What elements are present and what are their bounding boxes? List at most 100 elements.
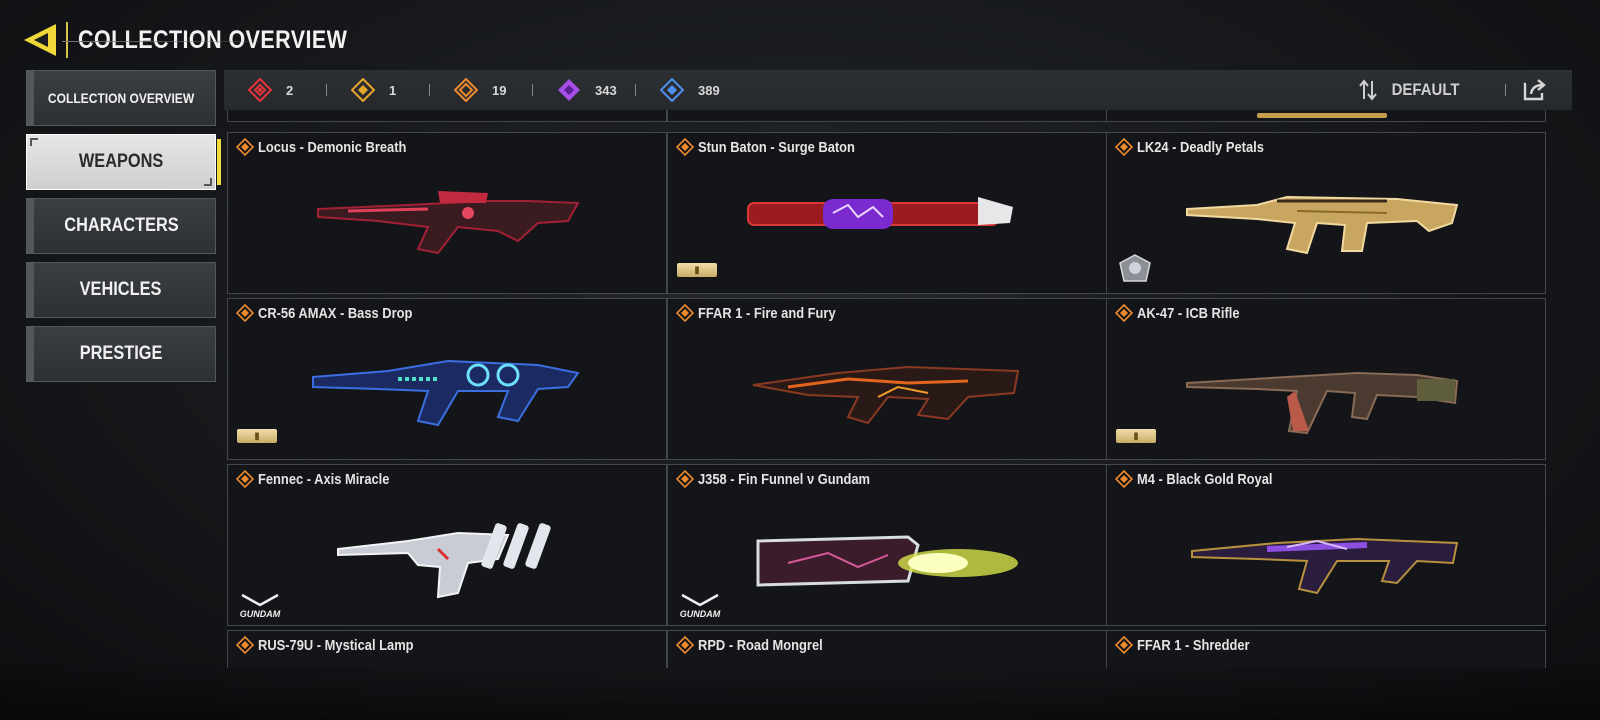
card-title: LK24 - Deadly Petals	[1115, 138, 1285, 156]
weapon-card[interactable]: Locus - Demonic Breath	[227, 132, 667, 294]
mythic-rarity-icon	[248, 78, 272, 102]
legendary-gold-rarity-icon	[351, 78, 375, 102]
partial-card-accent	[1257, 113, 1387, 118]
weapon-name: Fennec - Axis Miracle	[258, 470, 390, 488]
mastery-badge: ▮	[237, 429, 277, 443]
back-button[interactable]	[18, 18, 62, 62]
card-title: CR-56 AMAX - Bass Drop	[236, 304, 437, 322]
card-title: M4 - Black Gold Royal	[1115, 470, 1295, 488]
card-title: J358 - Fin Funnel ν Gundam	[676, 470, 898, 488]
sidebar-item-collection-overview[interactable]: COLLECTION OVERVIEW	[26, 70, 216, 126]
assault-rifle-icon	[1191, 537, 1459, 595]
counter-legendary: 19	[454, 78, 518, 102]
legendary-rarity-icon	[454, 78, 478, 102]
gundam-badge-icon: GUNDAM	[240, 593, 281, 619]
sidebar-item-label: VEHICLES	[80, 279, 162, 300]
divider	[429, 84, 430, 96]
legendary-rarity-icon	[236, 470, 254, 488]
weapon-name: AK-47 - ICB Rifle	[1137, 304, 1240, 322]
legendary-rarity-icon	[676, 470, 694, 488]
prestige-badge-icon	[1119, 254, 1151, 282]
counter-epic: 343	[557, 78, 621, 102]
counter-value: 1	[389, 82, 397, 98]
corner-decoration	[204, 178, 212, 186]
sidebar-item-vehicles[interactable]: VEHICLES	[26, 262, 216, 318]
fin-funnel-icon	[756, 535, 1018, 587]
weapon-name: Stun Baton - Surge Baton	[698, 138, 855, 156]
sort-label: DEFAULT	[1391, 80, 1460, 99]
share-icon[interactable]	[1522, 78, 1548, 102]
legendary-rarity-icon	[676, 636, 694, 654]
weapon-grid: Locus - Demonic Breath Stun Baton - Surg…	[224, 110, 1572, 668]
bottom-fade	[0, 660, 1600, 720]
partial-card[interactable]	[1106, 110, 1546, 122]
epic-rarity-icon	[558, 79, 580, 101]
legendary-rarity-icon	[236, 304, 254, 322]
gundam-badge-text: GUNDAM	[240, 609, 281, 619]
mastery-badge: ▮	[677, 263, 717, 277]
legendary-rarity-icon	[1115, 304, 1133, 322]
weapon-card[interactable]: CR-56 AMAX - Bass Drop ▮	[227, 298, 667, 460]
counter-value: 389	[698, 82, 720, 98]
title-underline	[62, 41, 302, 42]
sidebar-item-prestige[interactable]: PRESTIGE	[26, 326, 216, 382]
card-title: RUS-79U - Mystical Lamp	[236, 636, 439, 654]
partial-card[interactable]: RUS-79U - Mystical Lamp	[227, 630, 667, 668]
mastery-badge: ▮	[1116, 429, 1156, 443]
sidebar-item-characters[interactable]: CHARACTERS	[26, 198, 216, 254]
divider	[635, 84, 636, 96]
weapon-card[interactable]: J358 - Fin Funnel ν Gundam GUNDAM	[667, 464, 1107, 626]
weapon-card[interactable]: FFAR 1 - Fire and Fury	[667, 298, 1107, 460]
weapon-card[interactable]: M4 - Black Gold Royal	[1106, 464, 1546, 626]
rarity-counter-bar: 2 1 19 343 389 DEFAULT	[224, 70, 1572, 110]
counter-value: 2	[286, 82, 294, 98]
legendary-rarity-icon	[236, 138, 254, 156]
assault-rifle-icon	[1186, 371, 1459, 435]
legendary-rarity-icon	[1115, 138, 1133, 156]
partial-card[interactable]: FFAR 1 - Shredder	[1106, 630, 1546, 668]
sidebar-item-label: WEAPONS	[78, 151, 164, 172]
gundam-badge-icon: GUNDAM	[680, 593, 721, 619]
counter-value: 343	[595, 82, 617, 98]
smg-icon	[312, 359, 580, 427]
smg-icon	[337, 523, 551, 599]
weapon-name: RPD - Road Mongrel	[698, 636, 823, 654]
partial-card[interactable]	[227, 110, 667, 122]
baton-icon	[747, 197, 1013, 229]
corner-decoration	[30, 138, 38, 146]
sidebar-item-label: PRESTIGE	[79, 343, 163, 364]
rare-rarity-icon	[660, 78, 684, 102]
card-title: RPD - Road Mongrel	[676, 636, 843, 654]
weapon-name: RUS-79U - Mystical Lamp	[258, 636, 414, 654]
card-title: AK-47 - ICB Rifle	[1115, 304, 1256, 322]
weapon-card[interactable]: Fennec - Axis Miracle GUNDAM	[227, 464, 667, 626]
counter-value: 19	[492, 82, 507, 98]
legendary-rarity-icon	[236, 636, 254, 654]
back-arrow-icon	[24, 24, 56, 56]
header: COLLECTION OVERVIEW	[18, 18, 391, 62]
weapon-card[interactable]: Stun Baton - Surge Baton ▮	[667, 132, 1107, 294]
legendary-rarity-icon	[676, 138, 694, 156]
divider	[1505, 84, 1506, 96]
weapon-name: LK24 - Deadly Petals	[1137, 138, 1264, 156]
sort-arrows-icon	[1359, 79, 1377, 101]
sidebar-item-label: CHARACTERS	[63, 215, 179, 236]
counter-legendary-gold: 1	[351, 78, 415, 102]
partial-card[interactable]: RPD - Road Mongrel	[667, 630, 1107, 668]
card-title: FFAR 1 - Fire and Fury	[676, 304, 858, 322]
weapon-name: J358 - Fin Funnel ν Gundam	[698, 470, 871, 488]
page-title: COLLECTION OVERVIEW	[78, 25, 348, 54]
weapon-card[interactable]: LK24 - Deadly Petals	[1106, 132, 1546, 294]
partial-card[interactable]	[667, 110, 1107, 122]
card-title: Fennec - Axis Miracle	[236, 470, 411, 488]
weapon-card[interactable]: AK-47 - ICB Rifle ▮	[1106, 298, 1546, 460]
sort-button[interactable]: DEFAULT	[1359, 70, 1464, 110]
sidebar-item-label: COLLECTION OVERVIEW	[47, 90, 195, 106]
weapon-name: Locus - Demonic Breath	[258, 138, 407, 156]
divider	[326, 84, 327, 96]
assault-rifle-icon	[752, 365, 1020, 425]
sidebar-item-weapons[interactable]: WEAPONS	[26, 134, 221, 190]
card-title: FFAR 1 - Shredder	[1115, 636, 1268, 654]
header-divider	[66, 22, 68, 58]
weapon-name: FFAR 1 - Fire and Fury	[698, 304, 836, 322]
